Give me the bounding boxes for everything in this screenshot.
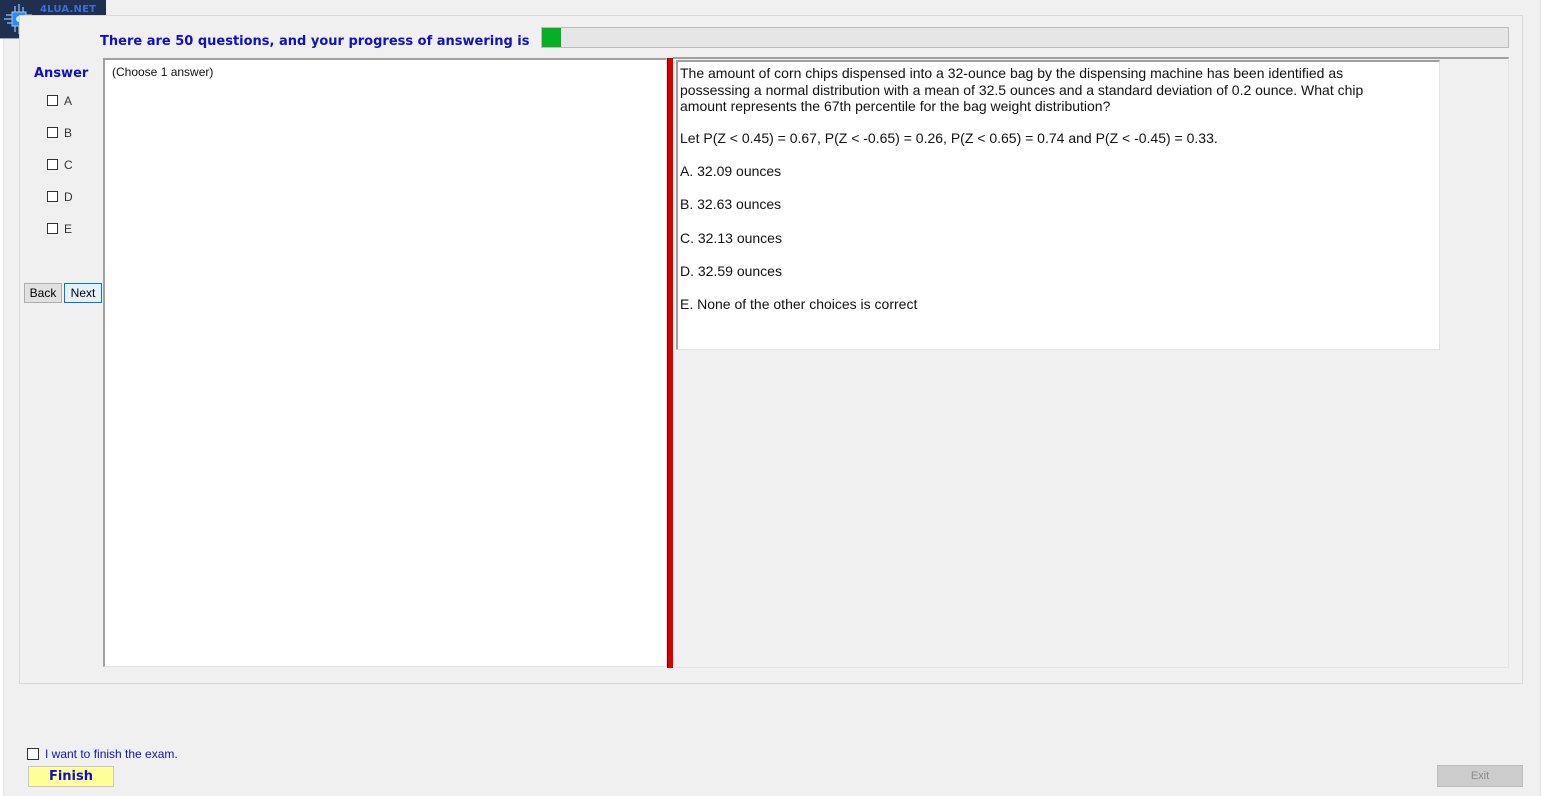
finish-checkbox-box[interactable] [27, 748, 39, 760]
question-stem: The amount of corn chips dispensed into … [680, 65, 1364, 114]
answer-hint: (Choose 1 answer) [112, 65, 214, 79]
finish-exam-checkbox[interactable]: I want to finish the exam. [27, 747, 178, 761]
answer-option-a[interactable]: A [47, 93, 73, 108]
checkbox-c[interactable] [47, 159, 58, 170]
answer-panel[interactable]: (Choose 1 answer) [103, 58, 667, 667]
answer-option-label: D [64, 189, 73, 204]
answer-option-label: E [64, 221, 73, 236]
answer-option-label: C [64, 157, 73, 172]
answer-option-e[interactable]: E [47, 221, 73, 236]
back-button[interactable]: Back [24, 283, 62, 303]
exit-button[interactable]: Exit [1437, 765, 1523, 787]
answer-option-label: B [64, 125, 73, 140]
progress-bar-fill [542, 28, 562, 47]
question-choice-d: D. 32.59 ounces [680, 263, 782, 279]
question-choice-e: E. None of the other choices is correct [680, 296, 918, 312]
answer-option-c[interactable]: C [47, 157, 73, 172]
question-choice-b: B. 32.63 ounces [680, 196, 782, 212]
question-choice-a: A. 32.09 ounces [680, 163, 782, 179]
progress-label: There are 50 questions, and your progres… [100, 34, 530, 49]
answer-option-label: A [64, 93, 73, 108]
question-box: The amount of corn chips dispensed into … [676, 60, 1440, 350]
progress-bar [541, 27, 1509, 48]
finish-button[interactable]: Finish [28, 766, 114, 787]
checkbox-d[interactable] [47, 191, 58, 202]
question-choice-c: C. 32.13 ounces [680, 230, 782, 246]
finish-checkbox-label: I want to finish the exam. [45, 747, 178, 761]
next-button[interactable]: Next [64, 283, 102, 303]
logo-brand-text: 4LUA.NET [40, 4, 97, 15]
answer-title: Answer [34, 66, 89, 81]
checkbox-b[interactable] [47, 127, 58, 138]
question-given: Let P(Z < 0.45) = 0.67, P(Z < -0.65) = 0… [680, 130, 1218, 146]
checkbox-a[interactable] [47, 95, 58, 106]
answer-option-b[interactable]: B [47, 125, 73, 140]
checkbox-e[interactable] [47, 223, 58, 234]
answer-option-d[interactable]: D [47, 189, 73, 204]
